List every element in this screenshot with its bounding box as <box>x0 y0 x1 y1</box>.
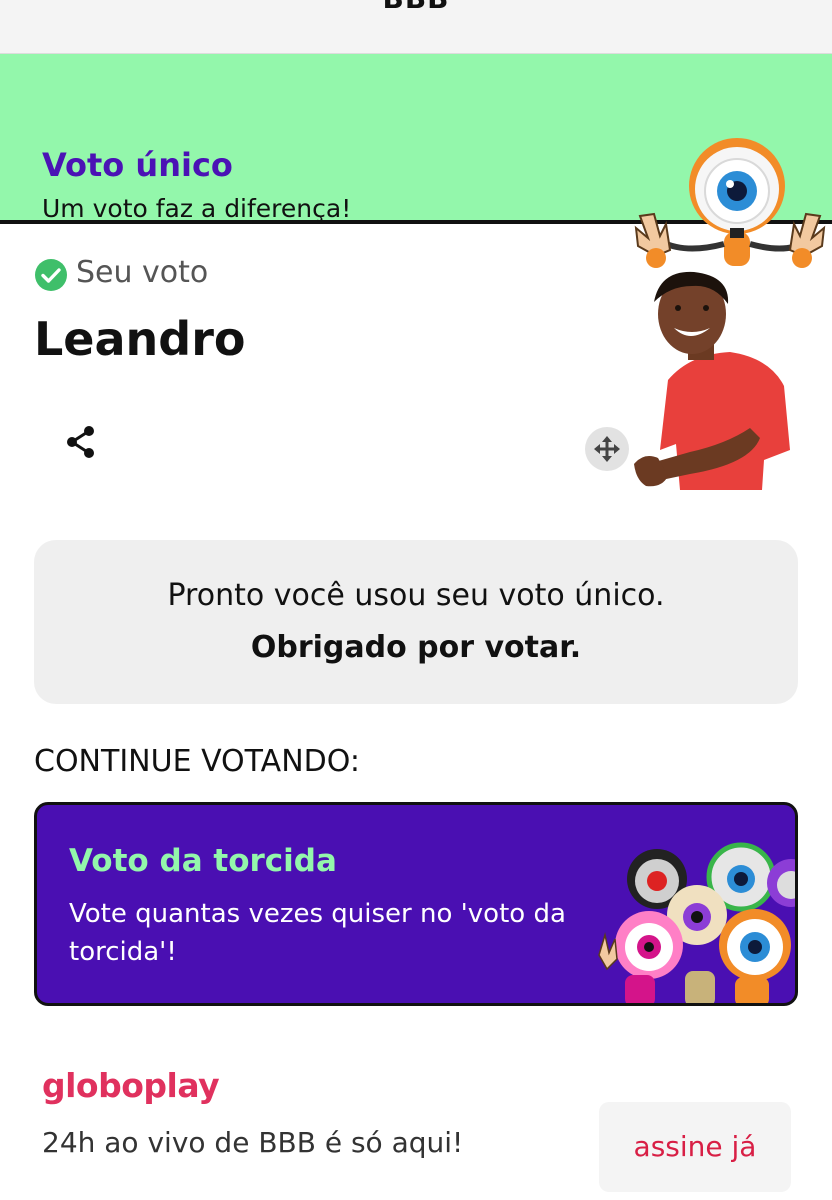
fan-vote-title: Voto da torcida <box>69 843 337 879</box>
fan-vote-description: Vote quantas vezes quiser no 'voto da to… <box>69 899 566 967</box>
your-vote-label: Seu voto <box>76 255 209 290</box>
globoplay-promo-text: 24h ao vivo de BBB é só aqui! <box>42 1126 464 1159</box>
big-brother-mascots-group-icon <box>598 842 795 1003</box>
thanks-message: Obrigado por votar. <box>250 630 582 665</box>
vote-used-message: Pronto você usou seu voto único. <box>167 578 665 613</box>
banner-subtitle: Um voto faz a diferença! <box>42 194 352 223</box>
single-vote-banner: Voto único Um voto faz a diferença! <box>0 54 832 268</box>
globoplay-logo[interactable]: globoplay <box>42 1066 220 1105</box>
top-bar: BBB <box>0 0 832 54</box>
continue-voting-label: CONTINUE VOTANDO: <box>34 744 360 779</box>
subscribe-button[interactable]: assine já <box>599 1102 791 1192</box>
big-brother-eye-mascot-icon <box>634 138 826 268</box>
move-arrows-icon[interactable] <box>585 427 629 471</box>
fan-vote-card[interactable]: Voto da torcida Vote quantas vezes quise… <box>34 802 798 1006</box>
candidate-name: Leandro <box>34 312 246 366</box>
banner-title: Voto único <box>42 146 233 184</box>
app-title: BBB <box>0 0 832 15</box>
check-circle-icon <box>35 259 67 291</box>
candidate-photo <box>634 271 790 490</box>
share-icon[interactable] <box>64 424 98 460</box>
vote-confirmation-box: Pronto você usou seu voto único. Obrigad… <box>34 540 798 704</box>
